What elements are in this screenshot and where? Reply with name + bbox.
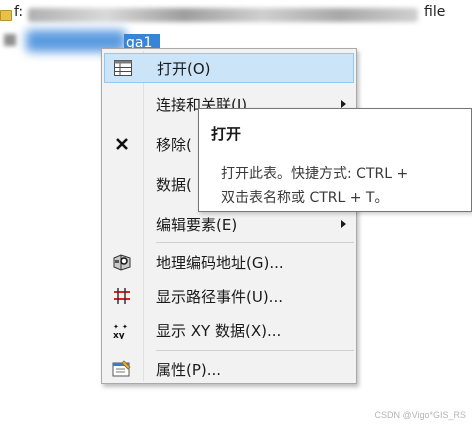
menu-separator bbox=[156, 350, 354, 351]
svg-text:✦: ✦ bbox=[113, 323, 119, 331]
menu-item-label: 属性(P)... bbox=[156, 360, 222, 379]
submenu-arrow-icon bbox=[341, 220, 346, 228]
menu-item-properties[interactable]: 属性(P)... bbox=[104, 354, 354, 384]
menu-item-open[interactable]: 打开(O) bbox=[104, 53, 354, 83]
tooltip-body: 打开此表。快捷方式: CTRL + 双击表名称或 CTRL + T。 bbox=[221, 162, 408, 210]
menu-item-edit-features[interactable]: 编辑要素(E) bbox=[104, 209, 354, 239]
folder-path-prefix: f: bbox=[14, 4, 24, 20]
blurred-path bbox=[28, 8, 418, 22]
svg-text:xy: xy bbox=[113, 331, 125, 339]
route-events-icon bbox=[104, 281, 140, 311]
menu-item-label: 数据( bbox=[156, 175, 192, 194]
menu-item-label: 地理编码地址(G)... bbox=[156, 253, 284, 272]
properties-icon bbox=[104, 354, 140, 384]
submenu-arrow-icon bbox=[341, 100, 346, 108]
menu-item-label: 移除( bbox=[156, 135, 192, 154]
context-menu: 打开(O) 连接和关联(J) 移除( 数据( 编辑要素(E) 地理编码地址(G)… bbox=[101, 48, 357, 384]
xy-data-icon: ✦ ✦ xy bbox=[104, 315, 140, 345]
menu-item-label: 打开(O) bbox=[157, 59, 211, 78]
geocode-icon bbox=[104, 247, 140, 277]
menu-item-label: 编辑要素(E) bbox=[156, 215, 238, 234]
remove-icon bbox=[104, 129, 140, 159]
menu-item-geocode-addresses[interactable]: 地理编码地址(G)... bbox=[104, 247, 354, 277]
tooltip: 打开 打开此表。快捷方式: CTRL + 双击表名称或 CTRL + T。 bbox=[198, 108, 472, 212]
folder-icon bbox=[0, 10, 12, 21]
menu-separator bbox=[156, 242, 354, 243]
tooltip-line-2: 双击表名称或 CTRL + T。 bbox=[221, 190, 389, 206]
table-layer-icon bbox=[4, 34, 16, 46]
menu-item-label: 显示 XY 数据(X)... bbox=[156, 321, 282, 340]
watermark: CSDN @Vigo*GIS_RS bbox=[374, 410, 466, 420]
menu-item-display-route-events[interactable]: 显示路径事件(U)... bbox=[104, 281, 354, 311]
tooltip-title: 打开 bbox=[211, 125, 242, 143]
menu-item-display-xy-data[interactable]: ✦ ✦ xy 显示 XY 数据(X)... bbox=[104, 315, 354, 345]
table-icon bbox=[105, 53, 141, 83]
tooltip-line-1: 打开此表。快捷方式: CTRL + bbox=[221, 166, 409, 182]
svg-text:✦: ✦ bbox=[122, 323, 128, 331]
menu-item-label: 显示路径事件(U)... bbox=[156, 287, 283, 306]
folder-path-suffix: file bbox=[424, 4, 446, 20]
